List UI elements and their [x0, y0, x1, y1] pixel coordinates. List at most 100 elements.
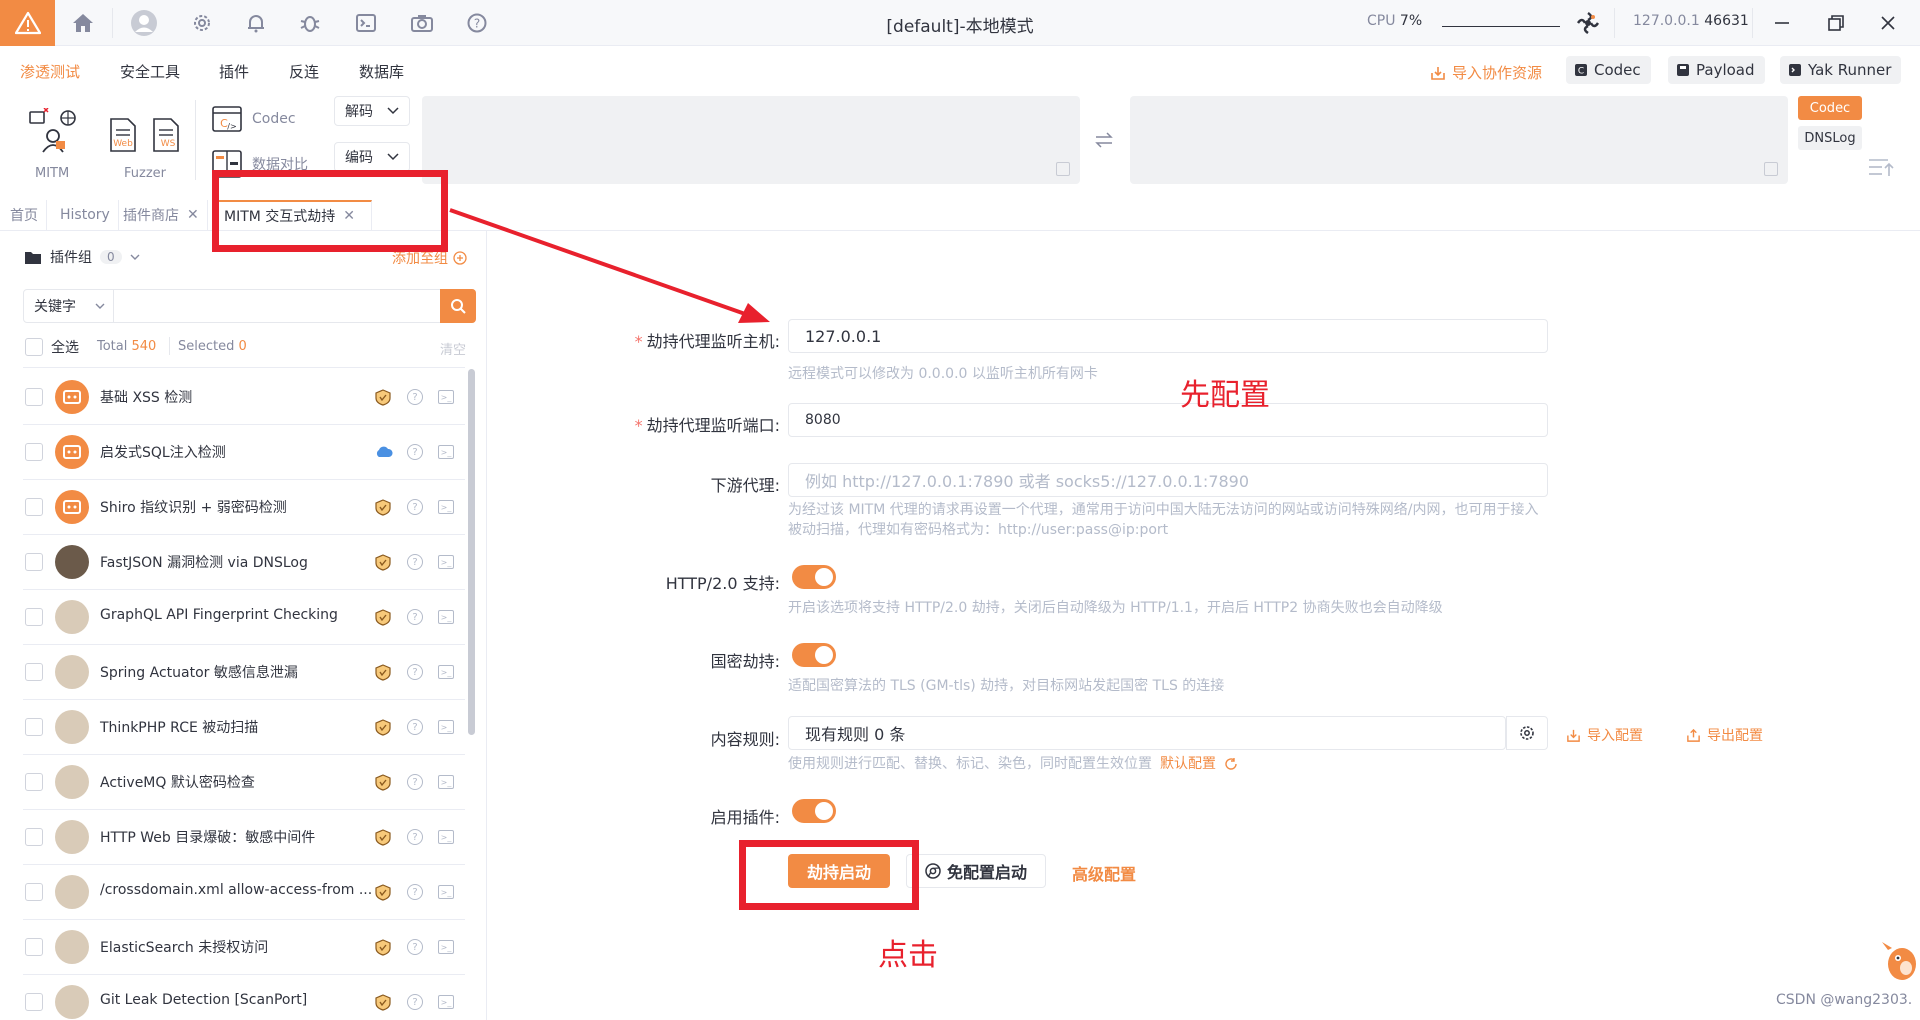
help-icon[interactable]: ? [407, 829, 423, 845]
codec-input-area[interactable] [422, 96, 1080, 184]
help-icon[interactable]: ? [407, 774, 423, 790]
gear-icon[interactable] [190, 11, 214, 35]
plugin-checkbox[interactable] [25, 773, 43, 791]
terminal-icon[interactable]: >_ [438, 940, 454, 954]
default-config-link[interactable]: 默认配置 [1160, 754, 1216, 774]
plugin-checkbox[interactable] [25, 938, 43, 956]
codec-tool-icon[interactable]: C/> [212, 106, 242, 134]
terminal-icon[interactable]: >_ [438, 610, 454, 624]
plugin-row[interactable]: ThinkPHP RCE 被动扫描? >_ [23, 700, 465, 755]
plugin-row[interactable]: GraphQL API Fingerprint Checking? >_ [23, 590, 465, 645]
search-type-select[interactable]: 关键字 [24, 290, 114, 322]
terminal-icon[interactable]: >_ [438, 995, 454, 1009]
import-collab-link[interactable]: 导入协作资源 [1430, 62, 1542, 83]
terminal-icon[interactable]: >_ [438, 720, 454, 734]
terminal-icon[interactable]: >_ [438, 445, 454, 459]
help-icon[interactable]: ? [407, 719, 423, 735]
plugin-row[interactable]: 启发式SQL注入检测? >_ [23, 425, 465, 480]
yak-runner-button[interactable]: Yak Runner [1780, 56, 1902, 84]
help-icon[interactable]: ? [407, 939, 423, 955]
web-fuzzer-icon[interactable]: Web [108, 118, 138, 152]
gm-toggle[interactable] [792, 643, 836, 667]
plugin-checkbox[interactable] [25, 828, 43, 846]
swap-icon[interactable] [1094, 132, 1114, 152]
tab-home[interactable]: 首页 [2, 200, 47, 230]
plugin-checkbox[interactable] [25, 553, 43, 571]
mascot-icon[interactable] [1880, 938, 1918, 984]
close-tab-icon[interactable]: ✕ [187, 207, 199, 223]
plugin-checkbox[interactable] [25, 498, 43, 516]
plugin-checkbox[interactable] [25, 718, 43, 736]
search-input[interactable] [116, 290, 436, 322]
codec-button[interactable]: C Codec [1566, 56, 1651, 84]
plugin-row[interactable]: HTTP Web 目录爆破：敏感中间件? >_ [23, 810, 465, 865]
collapse-icon[interactable] [1868, 156, 1894, 182]
plugin-checkbox[interactable] [25, 388, 43, 406]
bug-icon[interactable] [298, 11, 322, 35]
warning-icon[interactable] [0, 0, 55, 46]
help-icon[interactable]: ? [407, 884, 423, 900]
scrollbar[interactable] [468, 369, 475, 735]
terminal-icon[interactable]: >_ [438, 830, 454, 844]
fuzzer-label[interactable]: Fuzzer [124, 166, 166, 181]
ws-fuzzer-icon[interactable]: WS [151, 118, 181, 152]
search-button[interactable] [440, 289, 476, 323]
advanced-config-link[interactable]: 高级配置 [1072, 861, 1136, 885]
plugin-row[interactable]: Shiro 指纹识别 + 弱密码检测? >_ [23, 480, 465, 535]
plugin-row[interactable]: ElasticSearch 未授权访问? >_ [23, 920, 465, 975]
terminal-icon[interactable]: >_ [438, 885, 454, 899]
plugin-checkbox[interactable] [25, 443, 43, 461]
help-icon[interactable]: ? [407, 664, 423, 680]
codec-side-button[interactable]: Codec [1798, 96, 1862, 120]
host-input[interactable]: 127.0.0.1 [788, 319, 1548, 353]
menu-plugins[interactable]: 插件 [219, 61, 249, 82]
terminal-icon[interactable]: >_ [438, 665, 454, 679]
camera-icon[interactable] [410, 11, 434, 35]
terminal-icon[interactable] [354, 11, 378, 35]
plugin-checkbox[interactable] [25, 883, 43, 901]
help-icon[interactable]: ? [407, 554, 423, 570]
decode-select[interactable]: 解码 [334, 96, 410, 126]
plugin-checkbox[interactable] [25, 993, 43, 1011]
select-all-checkbox[interactable] [25, 338, 43, 356]
terminal-icon[interactable]: >_ [438, 775, 454, 789]
codec-tool-label[interactable]: Codec [252, 111, 296, 127]
encode-select[interactable]: 编码 [334, 142, 410, 172]
clear-button[interactable]: 清空 [440, 339, 466, 358]
plugin-checkbox[interactable] [25, 663, 43, 681]
port-input[interactable]: 8080 [788, 403, 1548, 437]
restore-icon[interactable] [1824, 11, 1848, 35]
help-icon[interactable]: ? [407, 389, 423, 405]
plugin-row[interactable]: FastJSON 漏洞检测 via DNSLog? >_ [23, 535, 465, 590]
export-config-link[interactable]: 导出配置 [1686, 725, 1763, 745]
help-icon[interactable]: ? [407, 994, 423, 1010]
terminal-icon[interactable]: >_ [438, 500, 454, 514]
plugin-row[interactable]: ActiveMQ 默认密码检查? >_ [23, 755, 465, 810]
tab-history[interactable]: History [52, 200, 119, 230]
mitm-label[interactable]: MITM [35, 166, 69, 181]
minimize-icon[interactable] [1770, 11, 1794, 35]
plugin-row[interactable]: Git Leak Detection [ScanPort]? >_ [23, 975, 465, 1020]
plugin-row[interactable]: 基础 XSS 检测? >_ [23, 370, 465, 425]
help-icon[interactable]: ? [407, 609, 423, 625]
import-config-link[interactable]: 导入配置 [1566, 725, 1643, 745]
home-icon[interactable] [71, 11, 95, 35]
close-icon[interactable] [1876, 11, 1900, 35]
mitm-icon[interactable] [28, 107, 78, 154]
plugin-row[interactable]: /crossdomain.xml allow-access-from ...? >… [23, 865, 465, 920]
payload-button[interactable]: Payload [1668, 56, 1765, 84]
rules-display[interactable]: 现有规则 0 条 [788, 716, 1506, 750]
downstream-proxy-input[interactable]: 例如 http://127.0.0.1:7890 或者 socks5://127… [788, 463, 1548, 497]
no-config-start-button[interactable]: 免配置启动 [906, 854, 1046, 888]
help-icon[interactable]: ? [407, 444, 423, 460]
avatar[interactable] [130, 9, 158, 37]
plugin-checkbox[interactable] [25, 608, 43, 626]
menu-security-tools[interactable]: 安全工具 [120, 61, 180, 82]
plugins-toggle[interactable] [792, 799, 836, 823]
select-all[interactable]: 全选 [25, 337, 79, 357]
terminal-icon[interactable]: >_ [438, 555, 454, 569]
plugin-group-selector[interactable]: 插件组 0 [24, 247, 140, 267]
rules-settings-button[interactable] [1506, 716, 1548, 750]
refresh-icon[interactable] [1224, 757, 1238, 771]
copy-icon[interactable] [1056, 162, 1070, 176]
